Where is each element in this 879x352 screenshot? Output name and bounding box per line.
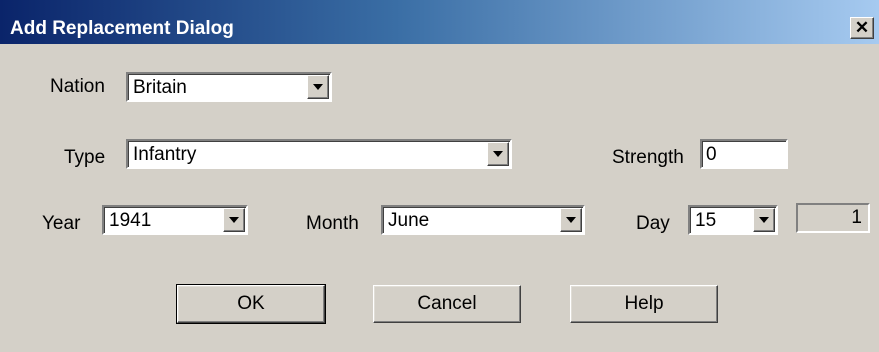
window-title: Add Replacement Dialog — [10, 18, 234, 39]
day-combobox[interactable]: 15 — [688, 205, 778, 235]
close-icon: ✕ — [854, 18, 870, 37]
type-combobox[interactable]: Infantry — [126, 139, 512, 169]
strength-label: Strength — [612, 147, 684, 168]
nation-combobox[interactable]: Britain — [126, 72, 332, 102]
strength-input[interactable]: 0 — [700, 139, 788, 169]
cancel-button[interactable]: Cancel — [373, 285, 521, 323]
year-value: 1941 — [109, 210, 152, 231]
day-label: Day — [636, 213, 670, 234]
year-label: Year — [42, 213, 81, 234]
chevron-down-icon[interactable] — [223, 208, 245, 232]
count-display: 1 — [796, 203, 870, 233]
chevron-down-icon[interactable] — [487, 142, 509, 166]
strength-value: 0 — [706, 144, 717, 165]
nation-value: Britain — [133, 77, 187, 98]
type-label: Type — [64, 147, 106, 168]
type-value: Infantry — [133, 144, 197, 165]
ok-button[interactable]: OK — [176, 284, 326, 324]
nation-label: Nation — [50, 76, 105, 97]
add-replacement-dialog: Add Replacement Dialog ✕ Nation Britain … — [0, 0, 879, 352]
day-value: 15 — [695, 210, 717, 231]
month-combobox[interactable]: June — [381, 205, 585, 235]
title-bar[interactable]: Add Replacement Dialog ✕ — [0, 0, 879, 44]
help-button[interactable]: Help — [570, 285, 718, 323]
count-value: 1 — [851, 207, 862, 228]
month-value: June — [388, 210, 430, 231]
chevron-down-icon[interactable] — [560, 208, 582, 232]
chevron-down-icon[interactable] — [753, 208, 775, 232]
chevron-down-icon[interactable] — [307, 75, 329, 99]
close-button[interactable]: ✕ — [850, 17, 874, 39]
year-combobox[interactable]: 1941 — [102, 205, 248, 235]
month-label: Month — [306, 213, 359, 234]
